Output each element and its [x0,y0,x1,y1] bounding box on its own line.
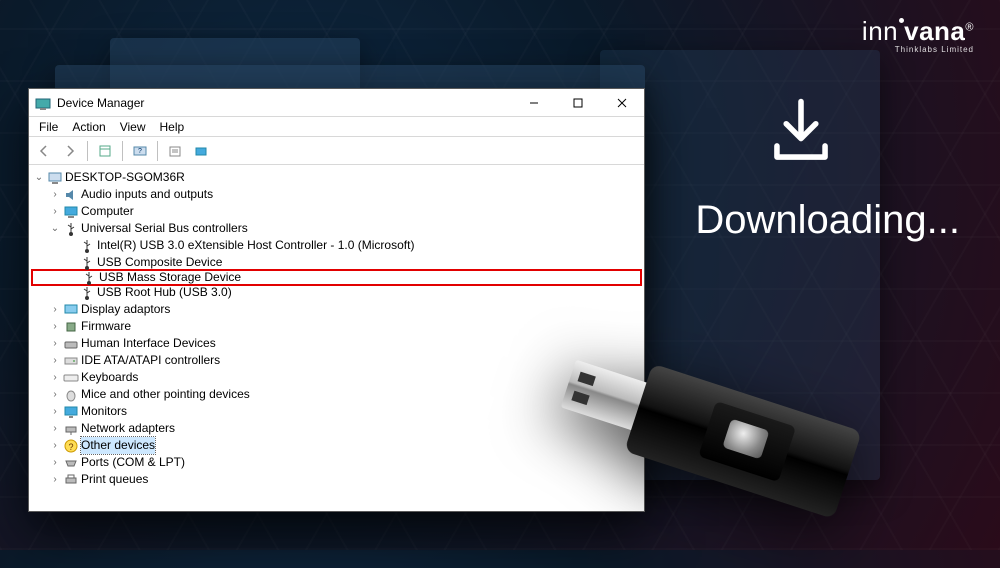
unknown-icon: ? [63,438,79,454]
tree-item-display[interactable]: ›Display adaptors [31,301,642,318]
expand-icon[interactable]: › [49,318,61,335]
brand-name: innvana® [862,18,974,44]
downloading-label: Downloading... [695,198,960,243]
menu-file[interactable]: File [33,119,64,135]
brand-logo: innvana® Thinklabs Limited [862,18,974,54]
toolbar: ? [29,137,644,165]
expand-icon[interactable]: › [49,420,61,437]
expand-icon[interactable]: › [49,454,61,471]
forward-button[interactable] [59,140,81,162]
expand-icon[interactable]: › [49,437,61,454]
app-icon [35,95,51,111]
usb-icon [79,255,95,271]
svg-text:?: ? [138,148,142,155]
expand-icon[interactable]: › [49,369,61,386]
network-icon [63,421,79,437]
expand-icon[interactable]: › [49,471,61,488]
hid-icon [63,336,79,352]
properties-button[interactable] [164,140,186,162]
tree-item-computer[interactable]: ›Computer [31,203,642,220]
tree-item-ide[interactable]: ›IDE ATA/ATAPI controllers [31,352,642,369]
display-icon [63,302,79,318]
help-button[interactable]: ? [129,140,151,162]
chip-icon [63,319,79,335]
tree-item-usb-root-hub[interactable]: USB Root Hub (USB 3.0) [31,284,642,301]
tree-item-usb-intel[interactable]: Intel(R) USB 3.0 eXtensible Host Control… [31,237,642,254]
expand-icon[interactable]: › [49,386,61,403]
scan-button[interactable] [190,140,212,162]
close-button[interactable] [600,89,644,117]
tree-root[interactable]: ⌄DESKTOP-SGOM36R [31,169,642,186]
tree-item-mice[interactable]: ›Mice and other pointing devices [31,386,642,403]
tree-item-audio[interactable]: ›Audio inputs and outputs [31,186,642,203]
expand-icon[interactable]: › [49,203,61,220]
drive-icon [63,353,79,369]
menu-action[interactable]: Action [66,119,111,135]
download-icon [764,96,838,170]
expand-icon[interactable]: ⌄ [33,169,45,186]
menu-view[interactable]: View [114,119,152,135]
tree-item-hid[interactable]: ›Human Interface Devices [31,335,642,352]
monitor-icon [63,204,79,220]
port-icon [63,455,79,471]
computer-icon [47,170,63,186]
printer-icon [63,472,79,488]
mouse-icon [63,387,79,403]
tree-item-keyboards[interactable]: ›Keyboards [31,369,642,386]
toolbar-separator [157,141,158,161]
menu-bar: File Action View Help [29,117,644,137]
maximize-button[interactable] [556,89,600,117]
usb-icon [63,221,79,237]
collapse-icon[interactable]: ⌄ [49,220,61,237]
minimize-button[interactable] [512,89,556,117]
menu-help[interactable]: Help [154,119,191,135]
toolbar-separator [122,141,123,161]
toolbar-separator [87,141,88,161]
usb-icon [79,238,95,254]
show-hidden-button[interactable] [94,140,116,162]
monitor-icon [63,404,79,420]
expand-icon[interactable]: › [49,335,61,352]
usb-icon [81,270,97,286]
keyboard-icon [63,370,79,386]
svg-text:?: ? [68,442,73,452]
expand-icon[interactable]: › [49,403,61,420]
tree-item-usb-controllers[interactable]: ⌄Universal Serial Bus controllers [31,220,642,237]
expand-icon[interactable]: › [49,186,61,203]
back-button[interactable] [33,140,55,162]
window-title: Device Manager [57,96,512,110]
audio-icon [63,187,79,203]
brand-tagline: Thinklabs Limited [862,46,974,54]
expand-icon[interactable]: › [49,352,61,369]
tree-item-firmware[interactable]: ›Firmware [31,318,642,335]
expand-icon[interactable]: › [49,301,61,318]
titlebar[interactable]: Device Manager [29,89,644,117]
usb-icon [79,285,95,301]
